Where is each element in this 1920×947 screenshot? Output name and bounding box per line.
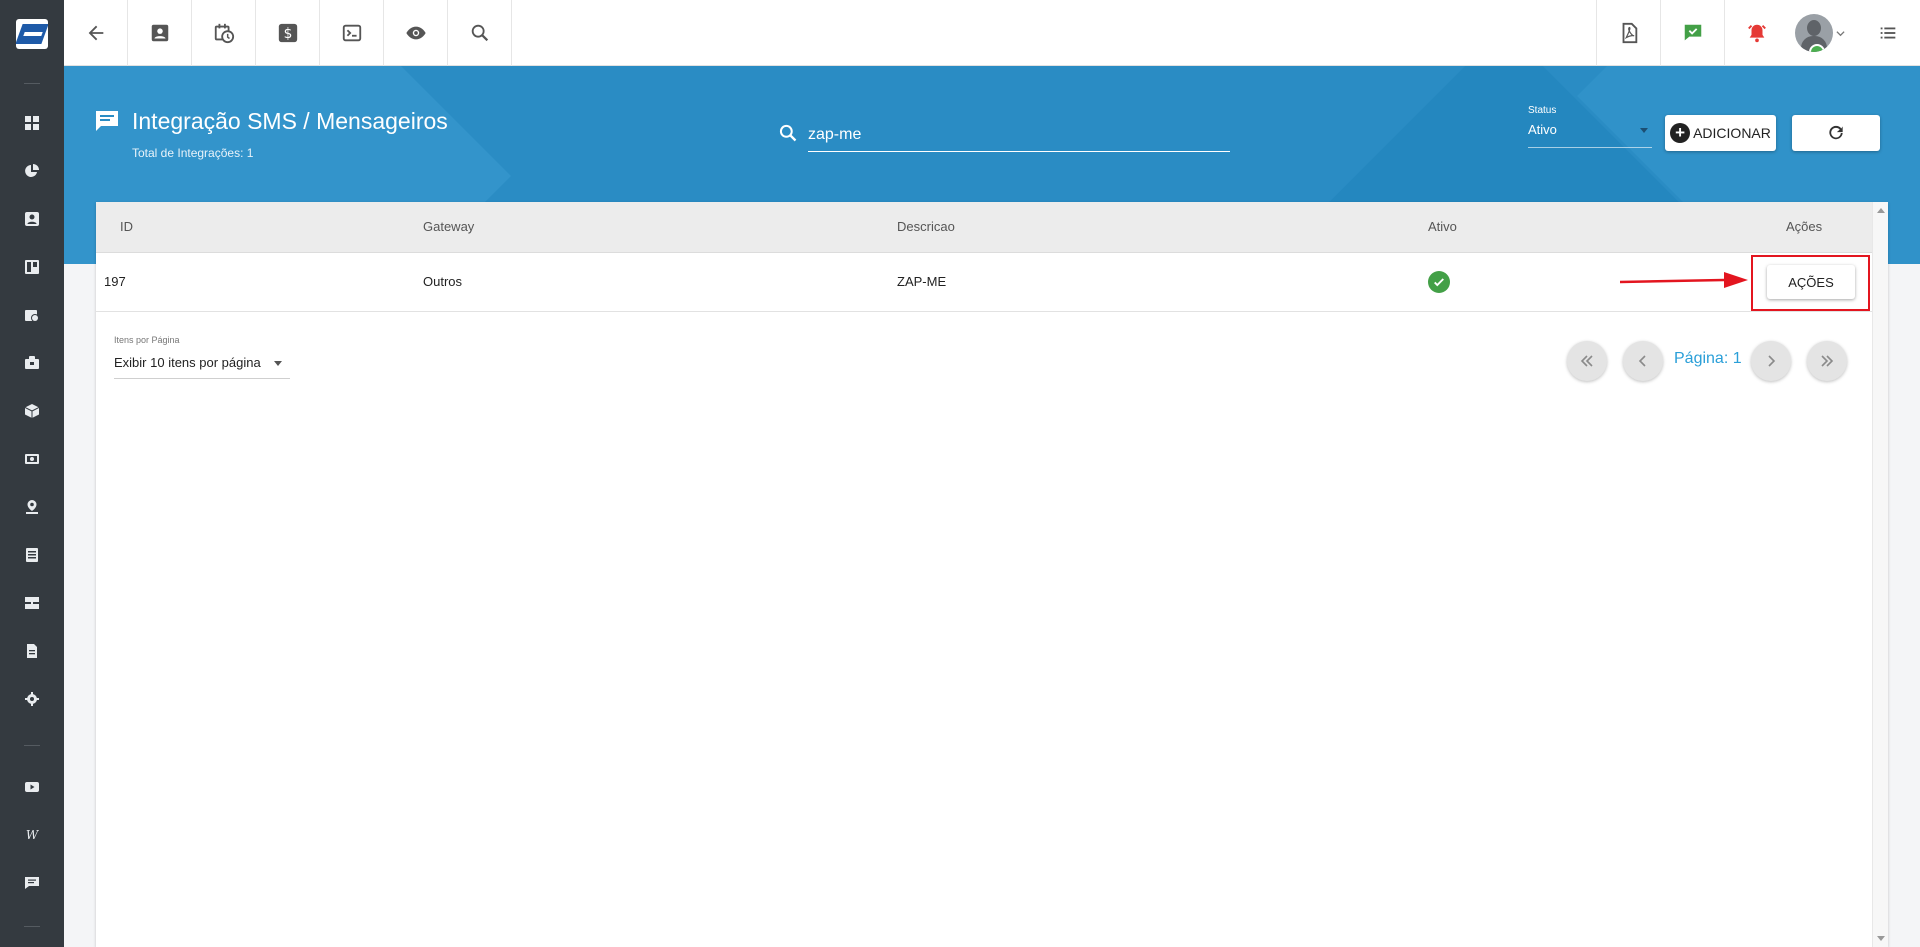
add-button[interactable]: + ADICIONAR	[1665, 115, 1776, 151]
cell-gateway: Outros	[423, 274, 463, 289]
sidebar-divider	[24, 83, 40, 84]
column-header-id[interactable]: ID	[120, 219, 133, 234]
dollar-icon: $	[278, 23, 297, 43]
pie-chart-icon[interactable]	[22, 161, 42, 181]
plus-circle-icon: +	[1670, 123, 1691, 143]
column-header-acoes: Ações	[1786, 219, 1823, 234]
items-per-page-label: Itens por Página	[114, 335, 180, 345]
eye-icon	[405, 26, 426, 40]
chat-icon[interactable]	[22, 873, 42, 893]
status-value: Ativo	[1528, 122, 1557, 137]
svg-text:$: $	[283, 26, 292, 42]
cell-id: 197	[104, 274, 126, 289]
pdf-button[interactable]	[1596, 0, 1660, 66]
last-page-button[interactable]	[1807, 341, 1847, 381]
double-chevron-left-icon	[1580, 355, 1593, 367]
contact-icon	[151, 24, 168, 42]
add-button-label: ADICIONAR	[1693, 125, 1771, 141]
cell-descricao: ZAP-ME	[897, 274, 947, 289]
location-pin-icon[interactable]	[22, 497, 42, 517]
items-per-page-value: Exibir 10 itens por página	[114, 355, 261, 370]
chevron-left-icon	[1638, 355, 1646, 367]
column-header-ativo[interactable]: Ativo	[1428, 219, 1457, 234]
chat-check-icon	[1684, 24, 1701, 41]
sidebar: W	[0, 0, 64, 947]
server-icon[interactable]	[22, 593, 42, 613]
terminal-icon	[342, 24, 361, 42]
wiki-icon[interactable]: W	[22, 825, 42, 845]
contacts-button[interactable]	[128, 0, 192, 66]
double-chevron-right-icon	[1821, 355, 1834, 367]
calendar-clock-icon	[214, 23, 234, 44]
items-per-page-select[interactable]: Exibir 10 itens por página	[114, 349, 290, 379]
chevron-right-icon	[1768, 355, 1776, 367]
document-icon[interactable]	[22, 641, 42, 661]
refresh-icon	[1829, 125, 1843, 140]
back-button[interactable]	[64, 0, 128, 66]
contact-card-icon[interactable]	[22, 209, 42, 229]
menu-list-icon	[1880, 27, 1896, 39]
view-button[interactable]	[384, 0, 448, 66]
pdf-icon	[1622, 22, 1637, 44]
scroll-down-icon[interactable]	[1877, 936, 1885, 941]
column-header-descricao[interactable]: Descricao	[897, 219, 955, 234]
search-icon	[779, 124, 797, 142]
list-icon[interactable]	[22, 545, 42, 565]
chevron-down-icon	[1836, 30, 1845, 36]
status-label: Status	[1528, 105, 1557, 116]
back-arrow-icon	[88, 25, 103, 41]
sidebar-divider	[24, 745, 40, 746]
table-scrollbar[interactable]	[1872, 202, 1888, 947]
message-icon	[96, 111, 118, 131]
briefcase-icon[interactable]	[22, 353, 42, 373]
column-header-gateway[interactable]: Gateway	[423, 219, 474, 234]
dashboard-icon[interactable]	[22, 113, 42, 133]
annotation-arrow	[1620, 272, 1748, 288]
page-title: Integração SMS / Mensageiros	[132, 108, 448, 134]
search-icon	[471, 24, 488, 42]
messages-button[interactable]	[1660, 0, 1724, 66]
app-logo[interactable]	[16, 19, 48, 49]
search-button[interactable]	[448, 0, 512, 66]
top-toolbar: $	[64, 0, 1920, 66]
video-icon[interactable]	[22, 777, 42, 797]
money-icon[interactable]	[22, 449, 42, 469]
scroll-up-icon[interactable]	[1877, 208, 1885, 213]
integrations-card: ID Gateway Descricao Ativo Ações 197 Out…	[96, 202, 1888, 947]
previous-page-button[interactable]	[1623, 341, 1663, 381]
dropdown-caret-icon	[274, 361, 282, 366]
table-header: ID Gateway Descricao Ativo Ações	[96, 202, 1872, 253]
actions-button[interactable]: AÇÕES	[1767, 265, 1855, 299]
first-page-button[interactable]	[1567, 341, 1607, 381]
table-row[interactable]: 197 Outros ZAP-ME AÇÕES	[96, 253, 1872, 312]
calendar-clock-icon[interactable]	[22, 305, 42, 325]
avatar	[1795, 14, 1833, 52]
alarm-button[interactable]	[1724, 0, 1788, 66]
alarm-icon	[1747, 24, 1766, 43]
user-menu[interactable]	[1788, 0, 1852, 66]
active-check-icon	[1428, 271, 1450, 293]
schedule-button[interactable]	[192, 0, 256, 66]
integration-count: Total de Integrações: 1	[132, 146, 254, 160]
package-icon[interactable]	[22, 401, 42, 421]
main-menu-button[interactable]	[1856, 0, 1920, 66]
dropdown-caret-icon	[1640, 128, 1648, 133]
refresh-button[interactable]	[1792, 115, 1880, 151]
sidebar-divider	[24, 926, 40, 927]
finance-button[interactable]: $	[256, 0, 320, 66]
next-page-button[interactable]	[1751, 341, 1791, 381]
board-icon[interactable]	[22, 257, 42, 277]
gear-icon[interactable]	[22, 689, 42, 709]
search-input[interactable]	[808, 118, 1230, 152]
terminal-button[interactable]	[320, 0, 384, 66]
current-page-label: Página: 1	[1674, 350, 1742, 367]
status-select[interactable]: Ativo	[1528, 122, 1652, 148]
